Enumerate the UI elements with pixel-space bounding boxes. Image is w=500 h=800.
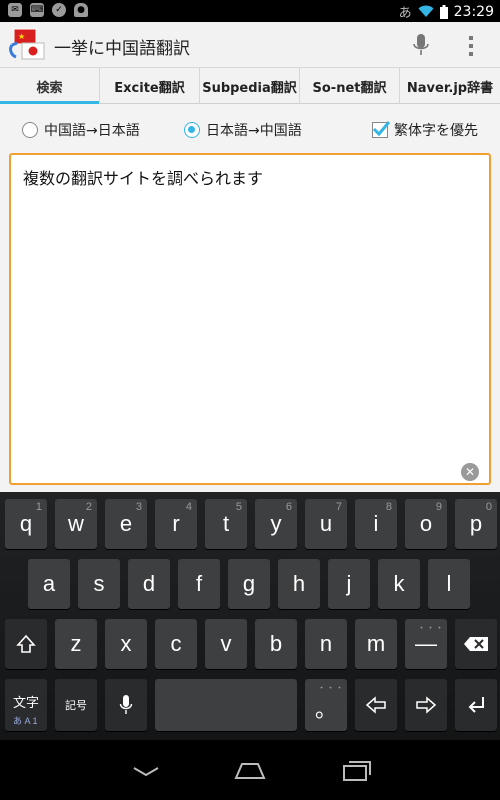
radio-ja-to-zh-label: 日本語→中国語 — [206, 123, 302, 139]
overflow-menu-icon[interactable] — [466, 34, 476, 58]
key-b[interactable]: b — [255, 619, 297, 669]
period-key-label: 。 — [314, 697, 337, 722]
key-d[interactable]: d — [128, 559, 170, 609]
cursor-right-key[interactable] — [405, 679, 447, 731]
input-text: 複数の翻訳サイトを調べられます — [23, 169, 264, 188]
voice-input-key[interactable] — [105, 679, 147, 731]
traditional-checkbox[interactable]: 繁体字を優先 — [372, 120, 478, 140]
key-p[interactable]: p0 — [455, 499, 497, 549]
key-n[interactable]: n — [305, 619, 347, 669]
recent-apps-icon[interactable] — [340, 758, 376, 782]
key-q[interactable]: q1 — [5, 499, 47, 549]
input-mode-sub: あ A 1 — [13, 716, 38, 726]
translation-options: 中国語→日本語 日本語→中国語 繁体字を優先 — [0, 120, 500, 144]
key-i[interactable]: i8 — [355, 499, 397, 549]
cursor-left-key[interactable] — [355, 679, 397, 731]
shift-icon — [16, 634, 36, 653]
key-j[interactable]: j — [328, 559, 370, 609]
key-l[interactable]: l — [428, 559, 470, 609]
space-key[interactable] — [155, 679, 297, 731]
app-logo-icon: ★ — [9, 28, 45, 60]
status-bar: ✉ ⌨ ✓ ● あ 23:29 — [0, 0, 500, 22]
android-icon: ● — [74, 3, 88, 17]
notification-icon: ✉ — [8, 3, 22, 17]
key-y[interactable]: y6 — [255, 499, 297, 549]
checkbox-checked[interactable] — [372, 121, 390, 138]
radio-ja-to-zh[interactable]: 日本語→中国語 — [184, 120, 302, 140]
status-left-icons: ✉ ⌨ ✓ ● — [8, 3, 88, 17]
backspace-icon — [464, 637, 488, 651]
microphone-icon — [119, 695, 133, 714]
key-v[interactable]: v — [205, 619, 247, 669]
period-key-hint: ・・・ — [317, 683, 345, 693]
key-w[interactable]: w2 — [55, 499, 97, 549]
clear-input-button[interactable]: ✕ — [461, 463, 479, 481]
key-o[interactable]: o9 — [405, 499, 447, 549]
checkmark-icon — [372, 121, 390, 137]
key-z[interactable]: z — [55, 619, 97, 669]
app-title: 一挙に中国語翻訳 — [54, 39, 190, 59]
shift-key[interactable] — [5, 619, 47, 669]
translation-input[interactable]: 複数の翻訳サイトを調べられます — [9, 153, 491, 485]
radio-zh-to-ja-label: 中国語→日本語 — [44, 123, 140, 139]
key-m[interactable]: m — [355, 619, 397, 669]
close-icon: ✕ — [464, 465, 476, 479]
home-icon[interactable] — [232, 758, 268, 782]
ime-indicator: あ — [398, 6, 412, 21]
traditional-label: 繁体字を優先 — [394, 123, 478, 139]
arrow-left-icon — [365, 696, 386, 714]
check-icon: ✓ — [52, 3, 66, 17]
tab-sonet[interactable]: So-net翻訳 — [300, 68, 400, 104]
enter-key[interactable] — [455, 679, 497, 731]
dash-key-hint: ・・・ — [417, 623, 445, 633]
battery-icon — [439, 4, 448, 19]
status-right: あ 23:29 — [398, 2, 494, 22]
back-icon[interactable] — [128, 758, 164, 782]
tab-bar: 検索 Excite翻訳 Subpedia翻訳 So-net翻訳 Naver.jp… — [0, 68, 500, 105]
key-k[interactable]: k — [378, 559, 420, 609]
tab-naver[interactable]: Naver.jp辞書 — [400, 68, 500, 104]
enter-icon — [468, 697, 484, 713]
wifi-icon — [418, 5, 434, 17]
key-g[interactable]: g — [228, 559, 270, 609]
key-c[interactable]: c — [155, 619, 197, 669]
period-key[interactable]: 。 ・・・ — [305, 679, 347, 731]
key-u[interactable]: u7 — [305, 499, 347, 549]
backspace-key[interactable] — [455, 619, 497, 669]
key-x[interactable]: x — [105, 619, 147, 669]
radio-button[interactable] — [22, 122, 38, 138]
tab-subpedia[interactable]: Subpedia翻訳 — [200, 68, 300, 104]
key-e[interactable]: e3 — [105, 499, 147, 549]
dash-key-label: — — [415, 631, 437, 656]
content-area: 中国語→日本語 日本語→中国語 繁体字を優先 複数の翻訳サイトを調べられます ✕ — [0, 104, 500, 492]
key-h[interactable]: h — [278, 559, 320, 609]
soft-keyboard: q1 w2 e3 r4 t5 y6 u7 i8 o9 p0 a s d f g … — [0, 492, 500, 740]
input-mode-label: 文字 — [12, 694, 39, 710]
key-a[interactable]: a — [28, 559, 70, 609]
svg-text:★: ★ — [18, 32, 25, 41]
key-s[interactable]: s — [78, 559, 120, 609]
tab-excite[interactable]: Excite翻訳 — [100, 68, 200, 104]
dash-key[interactable]: — ・・・ — [405, 619, 447, 669]
microphone-icon[interactable] — [410, 32, 432, 58]
status-time: 23:29 — [453, 3, 494, 20]
radio-zh-to-ja[interactable]: 中国語→日本語 — [22, 120, 140, 140]
key-f[interactable]: f — [178, 559, 220, 609]
key-t[interactable]: t5 — [205, 499, 247, 549]
arrow-right-icon — [416, 696, 437, 714]
action-bar: ★ 一挙に中国語翻訳 — [0, 22, 500, 68]
key-r[interactable]: r4 — [155, 499, 197, 549]
symbol-key[interactable]: 記号 — [55, 679, 97, 731]
tab-search[interactable]: 検索 — [0, 68, 100, 105]
input-mode-key[interactable]: 文字 あ A 1 — [5, 679, 47, 731]
navigation-bar — [0, 740, 500, 800]
radio-button-selected[interactable] — [184, 122, 200, 138]
keyboard-icon: ⌨ — [30, 3, 44, 17]
